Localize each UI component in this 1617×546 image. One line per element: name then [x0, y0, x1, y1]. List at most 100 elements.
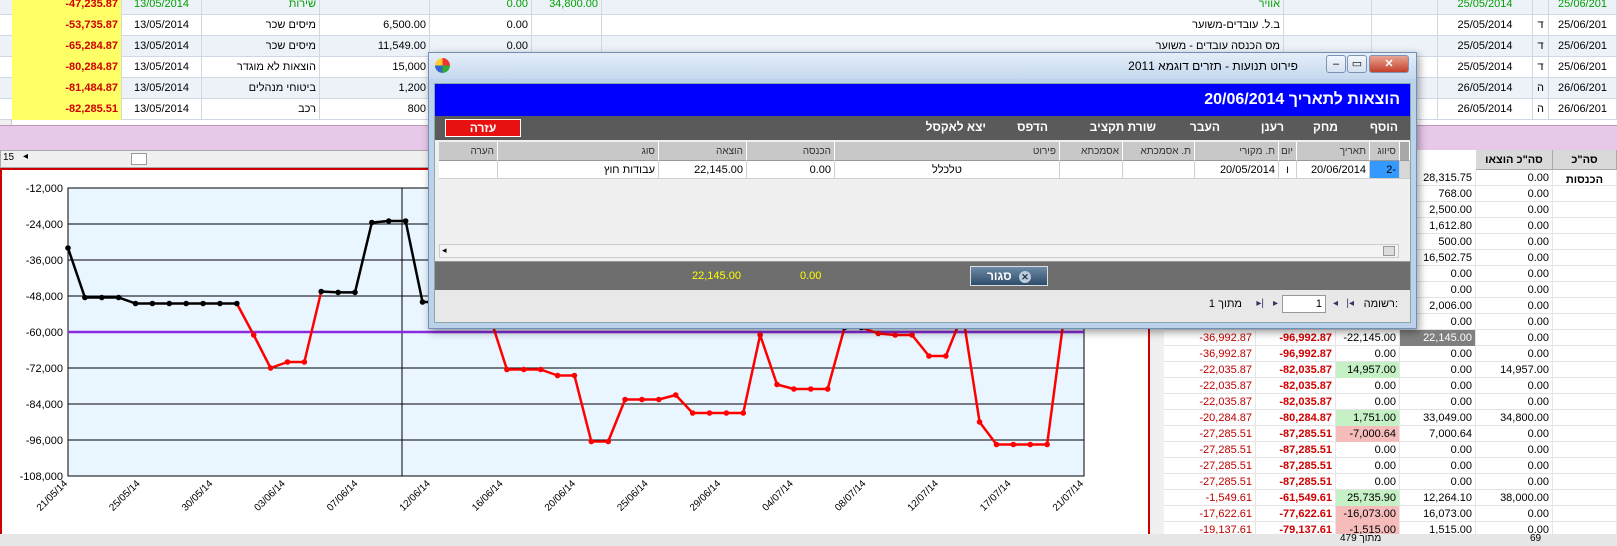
cell-expense[interactable]: 0.00: [1400, 442, 1476, 458]
cell-zero[interactable]: 0.00: [430, 0, 532, 15]
table-row[interactable]: -53,735.87 13/05/2014 מיסים שכר 6,500.00 0.0…: [0, 15, 1617, 36]
cell-expense[interactable]: 12,264.10: [1400, 490, 1476, 506]
cell-extra[interactable]: [1553, 250, 1617, 266]
cell-income[interactable]: 0.00: [1476, 474, 1553, 490]
cell-net[interactable]: 0.00: [1336, 458, 1400, 474]
cell-net[interactable]: 0.00: [1336, 378, 1400, 394]
cell-cumulative[interactable]: -17,622.61: [1164, 506, 1256, 522]
cell-blank[interactable]: [1284, 0, 1372, 15]
cell-blank[interactable]: [1372, 15, 1438, 36]
cell-balance[interactable]: -96,992.87: [1256, 346, 1336, 362]
cell-income[interactable]: 0.00: [1476, 266, 1553, 282]
cell-date[interactable]: 13/05/2014: [122, 15, 202, 36]
cell-extra[interactable]: [1553, 474, 1617, 490]
grid-row[interactable]: -22,035.87 -82,035.87 0.00 0.00 0.00: [1164, 378, 1617, 394]
cell-net[interactable]: -16,073.00: [1336, 506, 1400, 522]
grid-row[interactable]: -22,035.87 -82,035.87 14,957.00 0.00 14,957.…: [1164, 362, 1617, 378]
cell-date-from[interactable]: 25/05/2014: [1438, 36, 1533, 57]
cell-reference[interactable]: [1060, 161, 1123, 179]
cell-net[interactable]: 1,751.00: [1336, 410, 1400, 426]
cell-balance[interactable]: -82,035.87: [1256, 394, 1336, 410]
grid-row[interactable]: -17,622.61 -77,622.61 -16,073.00 16,073.00 0…: [1164, 506, 1617, 522]
toolbar-export-excel-button[interactable]: יצא לאקסל: [926, 120, 986, 134]
cell-zero[interactable]: 0.00: [430, 15, 532, 36]
cell-day[interactable]: ד: [1533, 57, 1549, 78]
scroll-left-icon[interactable]: ◂: [23, 151, 28, 162]
cell-expense[interactable]: 22,145.00: [659, 161, 747, 179]
cell-expense[interactable]: 7,000.64: [1400, 426, 1476, 442]
col-detail[interactable]: פירוט: [835, 142, 1060, 161]
cell-type[interactable]: שירות: [202, 0, 320, 15]
cell-amount[interactable]: 15,000: [320, 57, 430, 78]
cell-original-date[interactable]: 20/05/2014: [1195, 161, 1279, 179]
cell-net[interactable]: -7,000.64: [1336, 426, 1400, 442]
scroll-thumb[interactable]: [131, 153, 147, 165]
cell-income[interactable]: 0.00: [1476, 394, 1553, 410]
cell-type[interactable]: רכב: [202, 99, 320, 120]
cell-expense[interactable]: 22,145.00: [1400, 330, 1476, 346]
cell-balance[interactable]: -96,992.87: [1256, 330, 1336, 346]
grid-scroll-thumb[interactable]: [1383, 246, 1395, 256]
grid-row[interactable]: -1,549.61 -61,549.61 25,735.90 12,264.10 38,…: [1164, 490, 1617, 506]
close-button[interactable]: סגור ✕: [970, 266, 1048, 286]
cell-amount[interactable]: 6,500.00: [320, 15, 430, 36]
cell-income[interactable]: 0.00: [1476, 346, 1553, 362]
cell-income[interactable]: 0.00: [1476, 234, 1553, 250]
cell-description[interactable]: אוויר: [602, 0, 1284, 15]
grid-row[interactable]: -27,285.51 -87,285.51 0.00 0.00 0.00: [1164, 442, 1617, 458]
cell-cumulative[interactable]: -36,992.87: [1164, 330, 1256, 346]
cell-date-to[interactable]: 25/06/201: [1549, 15, 1617, 36]
cell-extra[interactable]: [1553, 234, 1617, 250]
col-original-date[interactable]: ת. מקורי: [1195, 142, 1279, 161]
cell-amount[interactable]: 11,549.00: [320, 36, 430, 57]
dialog-titlebar[interactable]: פירוט תנועות - תזרים דוגמא 2011 – ▭ ✕: [429, 53, 1416, 79]
cell-expense[interactable]: 33,049.00: [1400, 410, 1476, 426]
nav-next-icon[interactable]: ▸: [1273, 298, 1278, 309]
cell-cumulative[interactable]: -27,285.51: [1164, 474, 1256, 490]
toolbar-delete-button[interactable]: מחק: [1313, 120, 1338, 134]
cell-net[interactable]: 0.00: [1336, 346, 1400, 362]
grid-scroll-left-icon[interactable]: ◂: [442, 245, 447, 256]
cell-date[interactable]: 13/05/2014: [122, 99, 202, 120]
cell-day[interactable]: ו: [1279, 161, 1297, 179]
help-button[interactable]: עזרה: [445, 119, 521, 137]
cell-type[interactable]: הוצאות לא מוגדר: [202, 57, 320, 78]
cell-extra[interactable]: [1553, 298, 1617, 314]
cell-day[interactable]: [1533, 0, 1549, 15]
cell-extra[interactable]: [1553, 426, 1617, 442]
cell-balance[interactable]: -80,284.87: [1256, 410, 1336, 426]
grid-horizontal-scrollbar[interactable]: ◂: [439, 244, 1399, 258]
col-note[interactable]: הערה: [439, 142, 498, 161]
cell-net[interactable]: 14,957.00: [1336, 362, 1400, 378]
cell-net[interactable]: 0.00: [1336, 442, 1400, 458]
cell-cumulative[interactable]: -22,035.87: [1164, 378, 1256, 394]
cell-extra[interactable]: [1553, 458, 1617, 474]
cell-blank[interactable]: [1284, 15, 1372, 36]
cell-cumulative[interactable]: -1,549.61: [1164, 490, 1256, 506]
cell-net[interactable]: 0.00: [1336, 394, 1400, 410]
window-close-icon[interactable]: ✕: [1369, 55, 1409, 73]
cell-extra[interactable]: [1553, 330, 1617, 346]
cell-extra[interactable]: [1553, 346, 1617, 362]
grid-row[interactable]: -36,992.87 -96,992.87 0.00 0.00 0.00: [1164, 346, 1617, 362]
cell-date[interactable]: 20/06/2014: [1297, 161, 1370, 179]
nav-first-icon[interactable]: |◂: [1346, 298, 1354, 309]
row-selector[interactable]: [1400, 161, 1410, 179]
cell-cumulative[interactable]: -20,284.87: [1164, 410, 1256, 426]
cell-balance[interactable]: -87,285.51: [1256, 426, 1336, 442]
cell-date-from[interactable]: 26/05/2014: [1438, 99, 1533, 120]
cell-extra[interactable]: [1553, 506, 1617, 522]
cell-date-to[interactable]: 25/06/201: [1549, 36, 1617, 57]
cell-value[interactable]: 34,800.00: [532, 0, 602, 15]
cell-extra[interactable]: [1553, 378, 1617, 394]
cell-extra[interactable]: [1553, 186, 1617, 202]
cell-expense[interactable]: 0.00: [1400, 378, 1476, 394]
cell-balance[interactable]: -82,035.87: [1256, 362, 1336, 378]
toolbar-move-button[interactable]: העבר: [1190, 120, 1220, 134]
toolbar-refresh-button[interactable]: רענן: [1261, 120, 1284, 134]
cell-type[interactable]: מיסים שכר: [202, 15, 320, 36]
cell-day[interactable]: ה: [1533, 78, 1549, 99]
col-income[interactable]: הכנסה: [747, 142, 835, 161]
maximize-icon[interactable]: ▭: [1347, 55, 1367, 73]
cell-extra[interactable]: [1553, 362, 1617, 378]
